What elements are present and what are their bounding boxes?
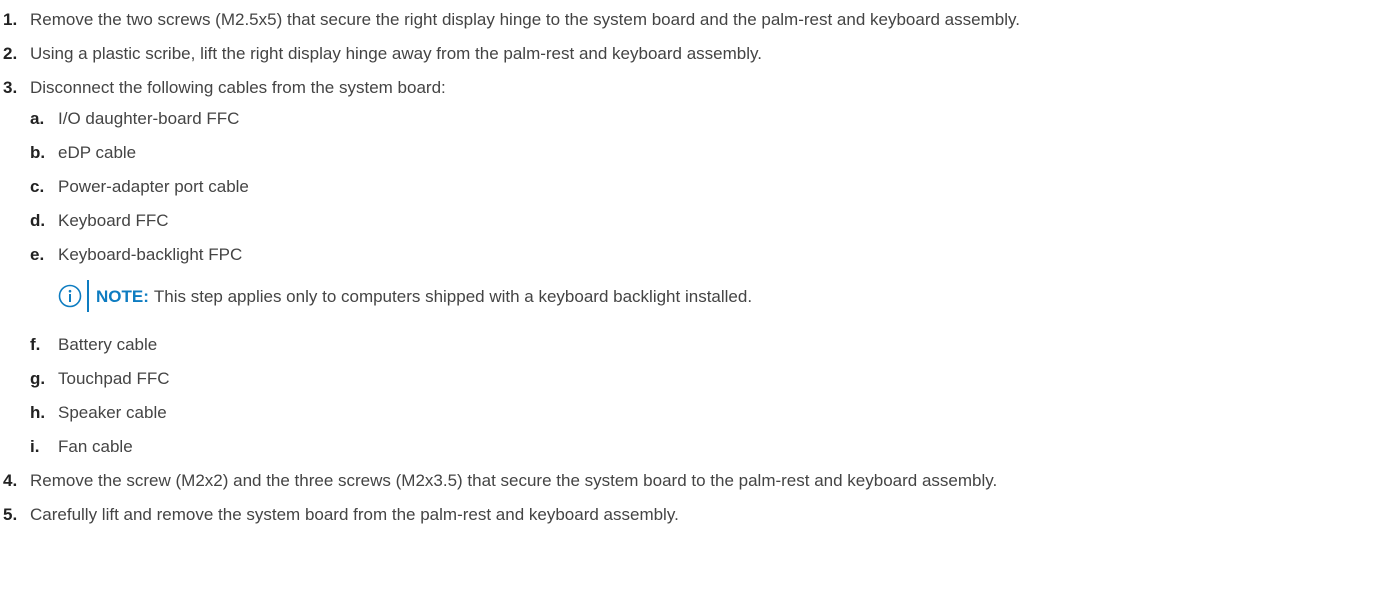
item-text: Power-adapter port cable — [58, 177, 249, 196]
list-item: c. Power-adapter port cable — [30, 174, 1372, 199]
list-item: h. Speaker cable — [30, 400, 1372, 425]
step-number: 3. — [3, 78, 18, 97]
list-item: i. Fan cable — [30, 434, 1372, 459]
item-text: Battery cable — [58, 335, 158, 354]
item-letter: d. — [30, 211, 46, 230]
step-number: 2. — [3, 44, 18, 63]
item-text: Keyboard-backlight FPC — [58, 245, 243, 264]
step-4: 4. Remove the screw (M2x2) and the three… — [0, 468, 1386, 493]
cable-list: a. I/O daughter-board FFC b. eDP cable c… — [30, 106, 1372, 459]
note-callout: NOTE: This step applies only to computer… — [58, 280, 1372, 312]
item-text: Touchpad FFC — [58, 369, 170, 388]
item-letter: e. — [30, 245, 45, 264]
item-letter: g. — [30, 369, 46, 388]
procedure-steps: 1. Remove the two screws (M2.5x5) that s… — [0, 7, 1386, 527]
list-item: e. Keyboard-backlight FPC NOTE: This ste… — [30, 242, 1372, 312]
item-letter: h. — [30, 403, 46, 422]
note-label: NOTE: — [96, 286, 149, 306]
list-item: g. Touchpad FFC — [30, 366, 1372, 391]
item-text: Speaker cable — [58, 403, 167, 422]
list-item: d. Keyboard FFC — [30, 208, 1372, 233]
step-text: Using a plastic scribe, lift the right d… — [30, 44, 762, 63]
item-letter: c. — [30, 177, 45, 196]
step-text: Remove the two screws (M2.5x5) that secu… — [30, 10, 1020, 29]
item-letter: f. — [30, 335, 41, 354]
step-3: 3. Disconnect the following cables from … — [0, 75, 1386, 459]
item-text: I/O daughter-board FFC — [58, 109, 240, 128]
step-text: Carefully lift and remove the system boa… — [30, 505, 679, 524]
info-icon — [58, 284, 82, 308]
item-letter: a. — [30, 109, 45, 128]
note-text: This step applies only to computers ship… — [153, 286, 753, 306]
item-letter: i. — [30, 437, 40, 456]
step-1: 1. Remove the two screws (M2.5x5) that s… — [0, 7, 1386, 32]
item-text: Fan cable — [58, 437, 133, 456]
step-5: 5. Carefully lift and remove the system … — [0, 502, 1386, 527]
step-text: Disconnect the following cables from the… — [30, 78, 446, 97]
step-text: Remove the screw (M2x2) and the three sc… — [30, 471, 998, 490]
document-page: 1. Remove the two screws (M2.5x5) that s… — [0, 0, 1386, 527]
list-item: a. I/O daughter-board FFC — [30, 106, 1372, 131]
note-divider — [87, 280, 89, 312]
step-number: 4. — [3, 471, 18, 490]
item-text: Keyboard FFC — [58, 211, 169, 230]
item-letter: b. — [30, 143, 46, 162]
item-text: eDP cable — [58, 143, 137, 162]
list-item: b. eDP cable — [30, 140, 1372, 165]
step-number: 5. — [3, 505, 18, 524]
list-item: f. Battery cable — [30, 332, 1372, 357]
step-2: 2. Using a plastic scribe, lift the righ… — [0, 41, 1386, 66]
step-number: 1. — [3, 10, 18, 29]
